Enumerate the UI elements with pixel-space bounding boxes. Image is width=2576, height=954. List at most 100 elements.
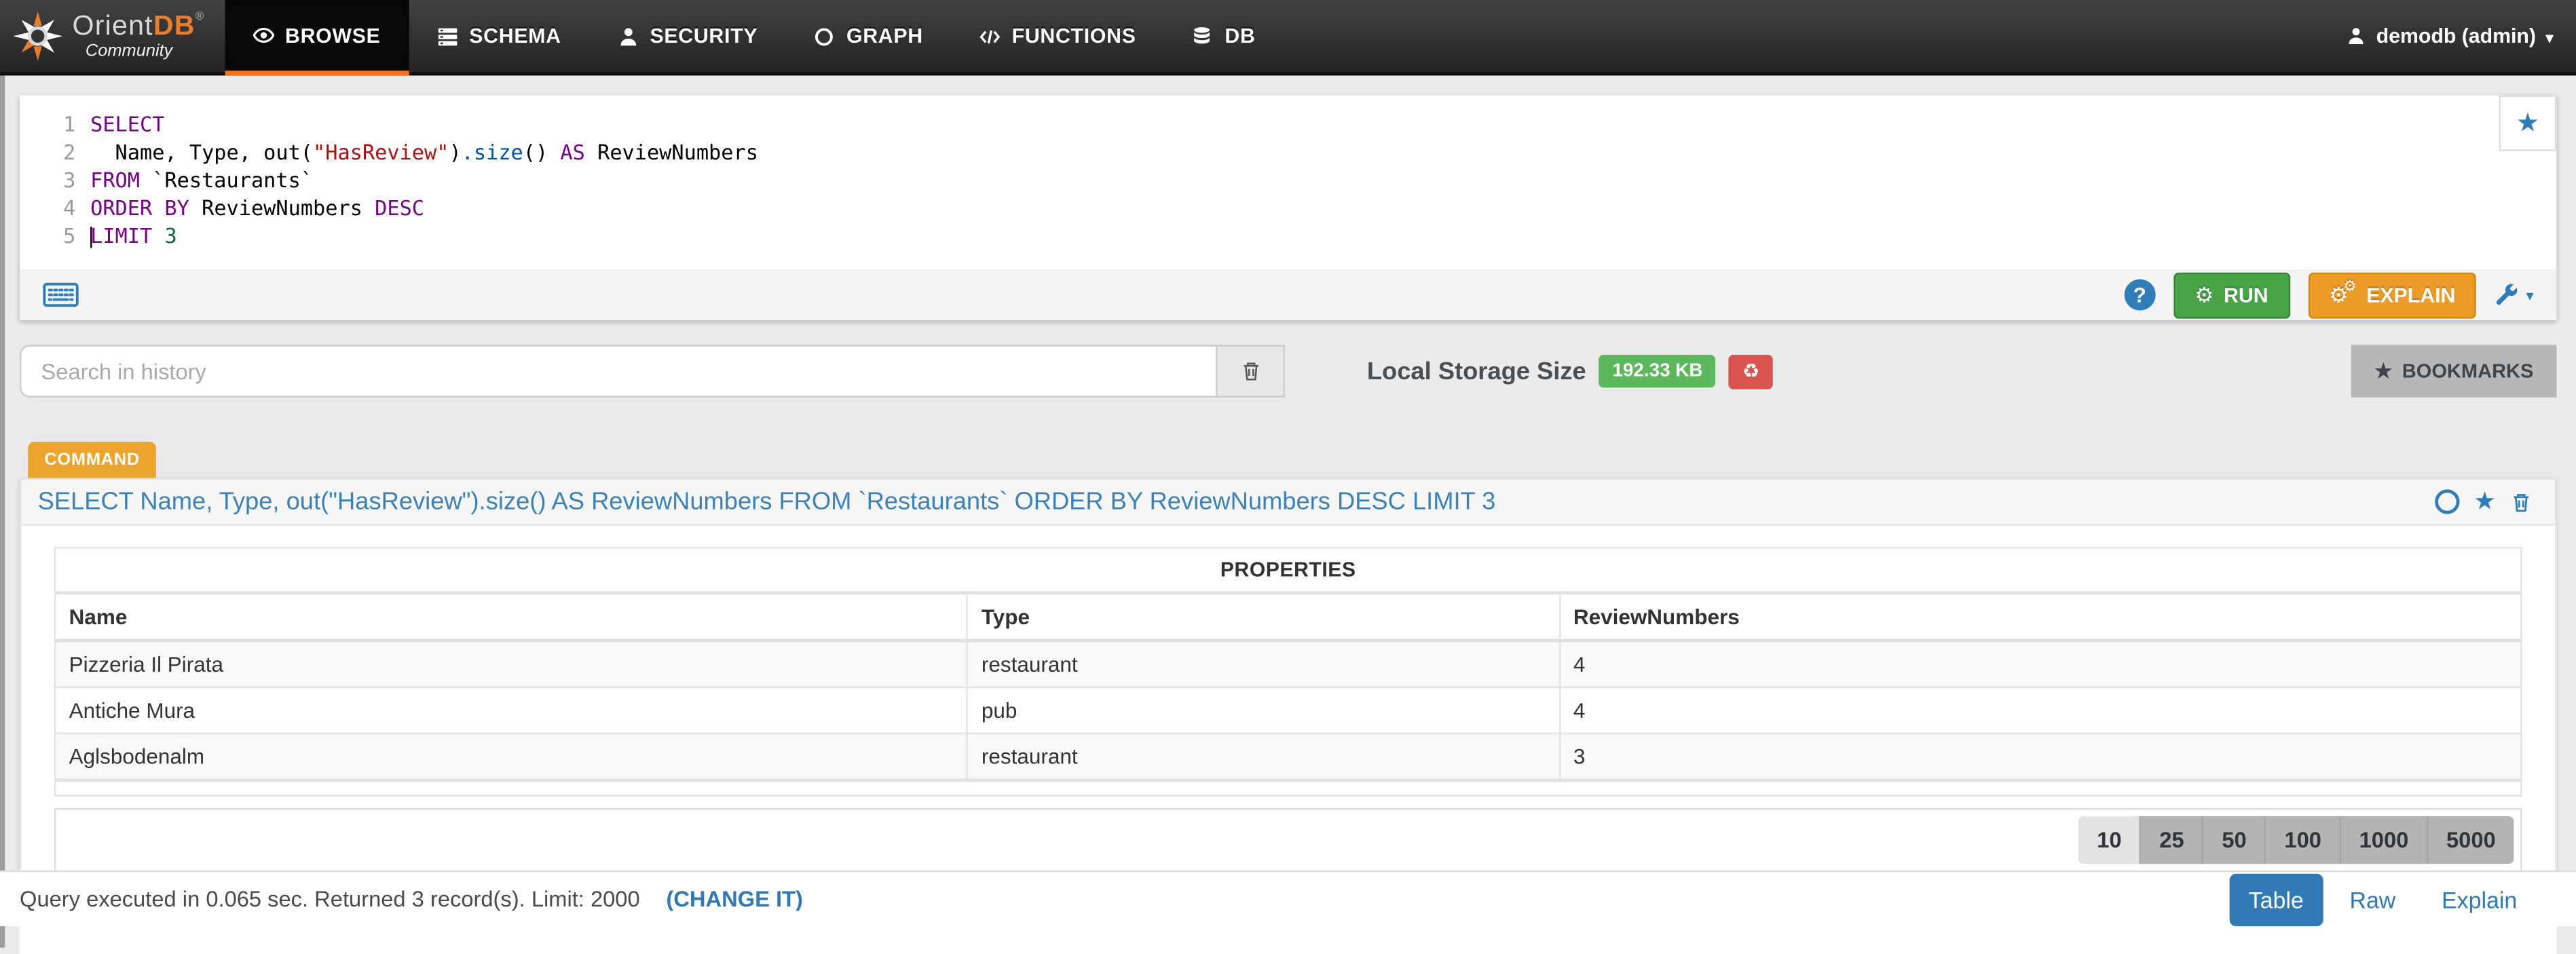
storage-size-badge: 192.33 KB bbox=[1599, 354, 1716, 388]
code-line: 3 FROM `Restaurants` bbox=[20, 166, 2556, 193]
nav-tab-browse[interactable]: BROWSE bbox=[224, 0, 409, 76]
star-icon: ★ bbox=[2474, 487, 2496, 516]
result-view-tabs: Table Raw Explain bbox=[2228, 873, 2537, 926]
star-icon: ★ bbox=[2516, 110, 2540, 138]
database-icon bbox=[1195, 26, 1211, 43]
page-size-100[interactable]: 100 bbox=[2266, 816, 2341, 864]
user-menu[interactable]: demodb (admin) ▾ bbox=[2323, 0, 2576, 73]
code-segment: .size bbox=[461, 139, 523, 165]
page-size-25[interactable]: 25 bbox=[2141, 816, 2204, 864]
bookmarks-button[interactable]: ★ BOOKMARKS bbox=[2351, 345, 2557, 398]
column-header-type[interactable]: Type bbox=[967, 592, 1561, 643]
code-line: 4 ORDER BY ReviewNumbers DESC bbox=[20, 194, 2556, 222]
chevron-down-icon: ▾ bbox=[2545, 28, 2554, 45]
left-edge-divider bbox=[0, 72, 5, 948]
nav-tab-db[interactable]: DB bbox=[1164, 0, 1284, 73]
code-segment: Name, Type, out( bbox=[90, 139, 314, 165]
properties-table: PROPERTIES Name Type ReviewNumbers Pizze… bbox=[54, 547, 2522, 797]
line-number: 4 bbox=[63, 195, 76, 221]
circle-icon bbox=[815, 27, 834, 45]
keyboard-shortcuts-button[interactable] bbox=[43, 282, 79, 307]
settings-dropdown-button[interactable]: ▾ bbox=[2495, 282, 2533, 307]
person-icon bbox=[620, 27, 636, 45]
editor-toolbar: ? ⚙ RUN ⚙ ⚙ EXPLAIN ▾ bbox=[20, 269, 2557, 320]
cell-type: pub bbox=[967, 686, 1561, 734]
table-footer-spacer bbox=[54, 778, 2522, 797]
run-button[interactable]: ⚙ RUN bbox=[2173, 271, 2290, 318]
code-segment: DESC bbox=[375, 195, 425, 221]
command-type-badge: COMMAND bbox=[28, 442, 157, 478]
page-size-50[interactable]: 50 bbox=[2203, 816, 2266, 864]
code-segment: () bbox=[523, 139, 561, 165]
status-footer: Query executed in 0.065 sec. Returned 3 … bbox=[0, 870, 2576, 927]
orientdb-star-logo-icon bbox=[13, 11, 62, 61]
nav-tab-functions[interactable]: FUNCTIONS bbox=[951, 0, 1164, 73]
brand-text: OrientDB® Community bbox=[73, 12, 205, 60]
nav-tab-graph[interactable]: GRAPH bbox=[785, 0, 951, 73]
cell-name: Pizzeria Il Pirata bbox=[54, 639, 969, 689]
clear-history-button[interactable] bbox=[1217, 345, 1285, 398]
column-header-name[interactable]: Name bbox=[54, 592, 969, 643]
user-icon bbox=[2349, 28, 2364, 45]
code-segment: FROM bbox=[90, 167, 141, 193]
page-size-10[interactable]: 10 bbox=[2078, 816, 2142, 864]
nav-tab-security[interactable]: SECURITY bbox=[589, 0, 786, 73]
cell-reviewnumbers: 4 bbox=[1558, 639, 2522, 689]
table-row[interactable]: Aglsbodenalm restaurant 3 bbox=[54, 732, 2522, 781]
sql-code-editor[interactable]: 1 SELECT 2 Name, Type, out("HasReview").s… bbox=[20, 95, 2556, 269]
code-segment: AS bbox=[560, 139, 585, 165]
gear-icon: ⚙ bbox=[2343, 278, 2357, 294]
top-navbar: OrientDB® Community BROWSE SCHEMA SECURI… bbox=[0, 0, 2576, 76]
star-icon: ★ bbox=[2374, 360, 2393, 383]
help-button[interactable]: ? bbox=[2124, 279, 2156, 311]
history-item-card: SELECT Name, Type, out("HasReview").size… bbox=[20, 478, 2557, 900]
keyboard-icon bbox=[43, 282, 79, 307]
page-size-1000[interactable]: 1000 bbox=[2340, 816, 2429, 864]
view-tab-table[interactable]: Table bbox=[2228, 873, 2323, 926]
bookmark-item-button[interactable]: ★ bbox=[2474, 489, 2496, 514]
run-button-label: RUN bbox=[2224, 283, 2269, 307]
cell-reviewnumbers: 3 bbox=[1558, 732, 2522, 781]
change-limit-link[interactable]: (CHANGE IT) bbox=[666, 887, 803, 911]
nav-tab-label: DB bbox=[1225, 24, 1256, 48]
code-segment: ) bbox=[449, 139, 462, 165]
search-history-input[interactable] bbox=[20, 345, 1218, 398]
table-row[interactable]: Antiche Mura pub 4 bbox=[54, 686, 2522, 734]
local-storage-info: Local Storage Size 192.33 KB ♻ bbox=[1366, 354, 1774, 389]
delete-item-button[interactable] bbox=[2511, 491, 2532, 514]
code-line: 1 SELECT bbox=[20, 110, 2556, 138]
query-status-text: Query executed in 0.065 sec. Returned 3 … bbox=[20, 887, 640, 912]
nav-tab-label: SCHEMA bbox=[469, 24, 561, 48]
clear-storage-button[interactable]: ♻ bbox=[1729, 354, 1774, 389]
history-controls-row: Local Storage Size 192.33 KB ♻ ★ BOOKMAR… bbox=[20, 345, 2557, 398]
code-segment: 3 bbox=[164, 223, 177, 248]
graph-view-button[interactable] bbox=[2434, 489, 2459, 514]
code-line: 5 LIMIT 3 bbox=[20, 222, 2556, 250]
view-tab-explain[interactable]: Explain bbox=[2422, 873, 2537, 925]
explain-button[interactable]: ⚙ ⚙ EXPLAIN bbox=[2307, 271, 2477, 318]
page-size-5000[interactable]: 5000 bbox=[2428, 816, 2514, 864]
line-number: 3 bbox=[63, 167, 76, 193]
table-row[interactable]: Pizzeria Il Pirata restaurant 4 bbox=[54, 639, 2522, 689]
trash-icon bbox=[1243, 362, 1258, 381]
code-brackets-icon bbox=[979, 29, 1000, 43]
bookmark-query-button[interactable]: ★ bbox=[2499, 95, 2557, 151]
view-tab-raw[interactable]: Raw bbox=[2330, 873, 2415, 925]
history-item-header: SELECT Name, Type, out("HasReview").size… bbox=[20, 478, 2557, 526]
query-editor-card: 1 SELECT 2 Name, Type, out("HasReview").s… bbox=[20, 95, 2557, 320]
orientdb-logo[interactable]: OrientDB® Community bbox=[0, 0, 224, 73]
query-result-panel: PROPERTIES Name Type ReviewNumbers Pizze… bbox=[20, 525, 2557, 900]
bookmarks-button-label: BOOKMARKS bbox=[2402, 360, 2534, 383]
history-search-group bbox=[20, 345, 1285, 398]
page-size-selector: 10 25 50 100 1000 5000 bbox=[2078, 816, 2514, 864]
page-size-row: 10 25 50 100 1000 5000 bbox=[54, 807, 2522, 873]
gear-icon: ⚙ bbox=[2195, 282, 2214, 307]
nav-tab-schema[interactable]: SCHEMA bbox=[409, 0, 589, 73]
explain-button-label: EXPLAIN bbox=[2366, 283, 2456, 307]
history-query-link[interactable]: SELECT Name, Type, out("HasReview").size… bbox=[38, 488, 2428, 516]
storage-size-label: Local Storage Size bbox=[1366, 357, 1586, 385]
code-segment: "HasReview" bbox=[313, 139, 449, 165]
column-header-reviewnumbers[interactable]: ReviewNumbers bbox=[1558, 592, 2522, 643]
user-menu-label: demodb (admin) bbox=[2376, 24, 2536, 48]
code-segment: ReviewNumbers bbox=[584, 139, 758, 165]
